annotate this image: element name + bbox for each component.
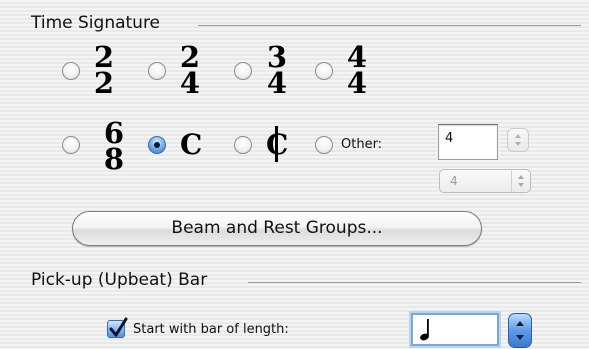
time-signature-4-4: 4 4 [345,43,369,100]
time-signature-denominator: 2 [93,66,115,100]
radio-common-time[interactable] [148,136,166,154]
start-with-bar-label: Start with bar of length: [133,322,289,337]
time-signature-denominator: 4 [346,66,368,100]
radio-time-2-2[interactable] [62,62,80,80]
time-signature-3-4: 3 4 [265,43,289,100]
popup-arrows-icon [511,170,530,192]
cut-time-symbol: C [266,126,288,162]
other-denominator-popup[interactable]: 4 [439,169,531,193]
pickup-bar-title: Pick-up (Upbeat) Bar [31,270,208,290]
section-divider [248,282,581,283]
cut-time-bar [275,126,278,162]
time-signature-denominator: 4 [266,66,288,100]
radio-selected-dot [154,142,160,148]
stepper-up-icon [516,321,524,326]
radio-cut-time[interactable] [234,136,252,154]
other-label: Other: [341,137,383,152]
other-numerator-field[interactable]: 4 [438,124,498,160]
time-signature-6-8: 6 8 [102,119,126,176]
section-divider [198,25,581,26]
bar-length-stepper[interactable] [508,313,532,348]
beam-and-rest-groups-button[interactable]: Beam and Rest Groups... [72,211,482,246]
popup-down-arrow-icon [518,183,524,187]
radio-time-4-4[interactable] [315,62,333,80]
bar-length-field[interactable] [411,313,499,346]
time-signature-2-4: 2 4 [178,43,202,100]
time-signature-2-2: 2 2 [92,43,116,100]
other-numerator-stepper[interactable] [507,128,529,152]
quarter-note-icon [420,319,429,341]
stepper-down-icon [516,335,524,340]
radio-time-3-4[interactable] [234,62,252,80]
radio-other-time[interactable] [315,136,333,154]
time-signature-denominator: 8 [103,142,125,176]
time-signature-denominator: 4 [179,66,201,100]
start-with-bar-checkbox[interactable] [107,317,128,338]
radio-time-6-8[interactable] [62,136,80,154]
other-denominator-value: 4 [450,174,458,188]
time-signature-title: Time Signature [31,13,161,33]
stepper-down-icon [515,142,521,146]
common-time-symbol: C [180,128,203,161]
radio-time-2-4[interactable] [148,62,166,80]
stepper-up-icon [515,134,521,138]
checkmark-icon [109,317,128,337]
popup-up-arrow-icon [518,175,524,179]
